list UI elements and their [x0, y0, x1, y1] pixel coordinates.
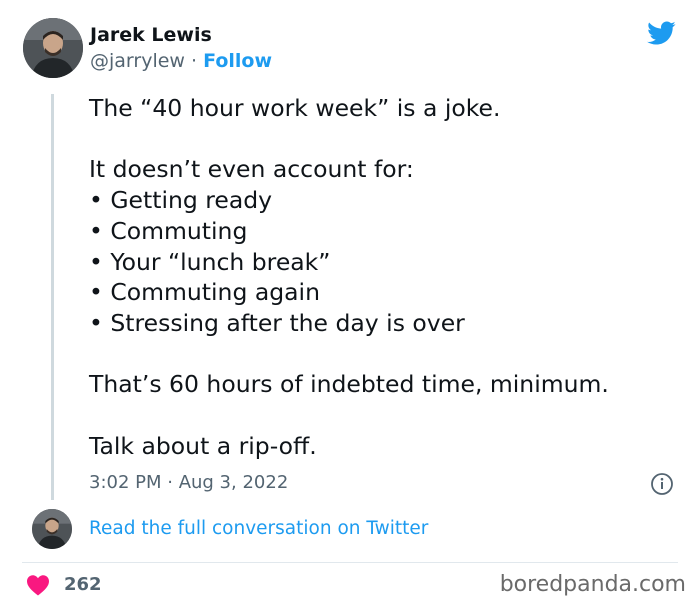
author-name[interactable]: Jarek Lewis [90, 24, 212, 46]
tweet-line: That’s 60 hours of indebted time, minimu… [89, 370, 609, 399]
tweet-line: It doesn’t even account for: [89, 155, 414, 184]
watermark: boredpanda.com [499, 572, 686, 597]
bullet-item: Commuting [89, 216, 689, 247]
like-count[interactable]: 262 [64, 574, 102, 595]
thread-connector-line [51, 94, 54, 500]
twitter-bird-icon[interactable] [644, 18, 678, 48]
heart-icon[interactable] [26, 574, 50, 596]
bullet-item: Commuting again [89, 277, 689, 308]
author-avatar[interactable] [23, 18, 83, 78]
info-icon[interactable] [650, 472, 674, 496]
tweet-line: The “40 hour work week” is a joke. [89, 94, 501, 122]
handle-separator: · [191, 50, 198, 72]
author-handle-row: @jarrylew · Follow [90, 50, 272, 72]
tweet-body: The “40 hour work week” is a joke. It do… [89, 93, 689, 461]
bullet-item: Stressing after the day is over [89, 308, 689, 339]
read-conversation-link[interactable]: Read the full conversation on Twitter [89, 518, 428, 539]
tweet-line: Talk about a rip-off. [89, 431, 317, 460]
author-handle[interactable]: @jarrylew [90, 50, 185, 72]
bullet-item: Your “lunch break” [89, 247, 689, 278]
bullet-item: Getting ready [89, 185, 689, 216]
reply-avatar[interactable] [32, 509, 72, 549]
tweet-timestamp[interactable]: 3:02 PM · Aug 3, 2022 [89, 472, 288, 493]
footer-divider [22, 562, 678, 563]
follow-button[interactable]: Follow [203, 50, 272, 72]
